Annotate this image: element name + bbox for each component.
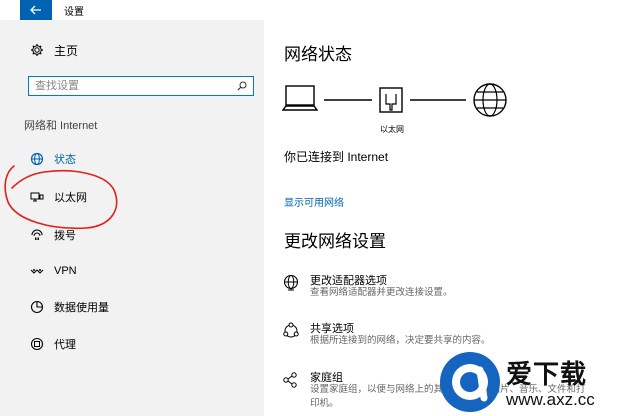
setting-description: 查看网络适配器并更改连接设置。 xyxy=(310,287,453,298)
globe-icon xyxy=(30,152,44,166)
home-label: 主页 xyxy=(54,43,79,58)
proxy-icon xyxy=(30,337,44,351)
sharing-options[interactable]: 共享选项 根据所连接到的网络，决定要共享的内容。 xyxy=(282,320,612,354)
sidebar-item-label: 数据使用量 xyxy=(54,302,109,314)
watermark-url: www.axz.cc xyxy=(506,390,595,409)
network-status-heading: 网络状态 xyxy=(284,45,352,64)
globe-icon xyxy=(473,83,507,117)
sidebar-item-dialup[interactable]: 拨号 xyxy=(20,222,264,248)
watermark-logo xyxy=(440,352,500,412)
setting-description: 根据所连接到的网络，决定要共享的内容。 xyxy=(310,335,491,346)
sidebar-item-ethernet[interactable]: 以太网 xyxy=(20,184,264,210)
sidebar-item-label: 代理 xyxy=(54,339,76,351)
sidebar-item-status[interactable]: 状态 xyxy=(20,146,264,172)
sidebar-item-data-usage[interactable]: 数据使用量 xyxy=(20,294,264,320)
data-usage-icon xyxy=(30,300,44,314)
title-bar: 设置 xyxy=(0,0,640,20)
connection-status-text: 你已连接到 Internet xyxy=(284,150,389,164)
sidebar-item-label: 状态 xyxy=(54,154,76,166)
ethernet-icon xyxy=(30,190,44,204)
sidebar-item-vpn[interactable]: VPN xyxy=(20,258,264,284)
sidebar-item-proxy[interactable]: 代理 xyxy=(20,331,264,357)
show-available-networks-link[interactable]: 显示可用网络 xyxy=(284,194,344,209)
back-arrow-icon xyxy=(30,5,41,15)
window-title: 设置 xyxy=(64,7,84,18)
back-button[interactable] xyxy=(20,0,52,20)
vpn-icon xyxy=(30,264,44,278)
sidebar-item-label: 拨号 xyxy=(54,230,76,242)
watermark: 爱下载 www.axz.cc xyxy=(440,352,640,416)
change-settings-heading: 更改网络设置 xyxy=(284,232,386,251)
search-input[interactable] xyxy=(29,80,235,92)
adapter-globe-icon xyxy=(283,274,299,291)
section-title: 网络和 Internet xyxy=(24,120,98,132)
sidebar-item-label: VPN xyxy=(54,265,77,277)
share-icon xyxy=(283,322,299,338)
sidebar-item-label: 以太网 xyxy=(54,192,87,204)
search-icon[interactable] xyxy=(237,81,247,91)
homegroup-icon xyxy=(283,372,297,388)
dialup-icon xyxy=(30,228,44,242)
sidebar-home[interactable]: 主页 xyxy=(20,38,264,62)
adapter-label: 以太网 xyxy=(380,125,404,134)
watermark-brand: 爱下载 xyxy=(506,359,588,389)
search-box[interactable] xyxy=(28,76,254,96)
settings-window: 设置 主页 网络和 Internet 状态 xyxy=(0,0,640,416)
ethernet-port-icon xyxy=(379,87,403,113)
gear-icon xyxy=(30,43,44,57)
pc-icon xyxy=(282,85,319,111)
change-adapter-options[interactable]: 更改适配器选项 查看网络适配器并更改连接设置。 xyxy=(282,272,612,306)
